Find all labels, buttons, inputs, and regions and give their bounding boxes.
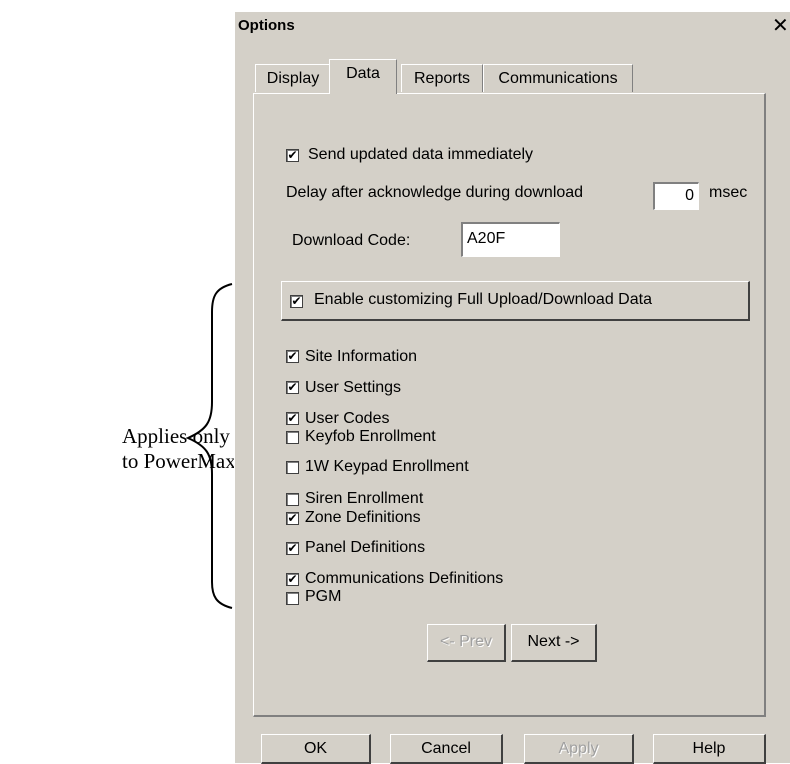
keypad-enrollment-checkbox[interactable] — [286, 461, 299, 474]
pgm-checkbox[interactable] — [286, 592, 299, 605]
send-immediately-label: Send updated data immediately — [308, 146, 534, 163]
close-icon[interactable]: ✕ — [772, 15, 790, 35]
siren-enrollment-checkbox[interactable] — [286, 493, 299, 506]
tab-display[interactable]: Display — [255, 64, 331, 92]
options-dialog: Options ✕ Display Data Reports Communica… — [234, 11, 790, 764]
dialog-title: Options — [238, 17, 295, 34]
send-immediately-checkbox[interactable]: ✔ — [286, 149, 299, 162]
user-codes-checkbox[interactable]: ✔ — [286, 412, 299, 425]
next-button[interactable]: Next -> — [511, 624, 597, 662]
keypad-enrollment-label: 1W Keypad Enrollment — [305, 458, 469, 475]
enable-customizing-checkbox[interactable]: ✔ — [290, 295, 303, 308]
apply-button[interactable]: Apply — [524, 734, 634, 764]
download-code-label: Download Code: — [292, 232, 411, 249]
delay-unit: msec — [709, 184, 748, 201]
user-settings-label: User Settings — [305, 379, 402, 396]
title-bar: Options ✕ — [235, 12, 790, 40]
user-settings-checkbox[interactable]: ✔ — [286, 381, 299, 394]
keyfob-enrollment-label: Keyfob Enrollment — [305, 428, 436, 445]
zone-definitions-label: Zone Definitions — [305, 509, 421, 526]
site-information-checkbox[interactable]: ✔ — [286, 350, 299, 363]
cancel-button[interactable]: Cancel — [390, 734, 503, 764]
curly-brace — [186, 283, 233, 609]
enable-customizing-toggle[interactable]: ✔ Enable customizing Full Upload/Downloa… — [281, 281, 750, 321]
enable-customizing-label: Enable customizing Full Upload/Download … — [314, 291, 652, 308]
delay-label: Delay after acknowledge during download — [286, 184, 584, 201]
tab-reports[interactable]: Reports — [401, 64, 483, 92]
tab-communications[interactable]: Communications — [483, 64, 633, 92]
siren-enrollment-label: Siren Enrollment — [305, 490, 424, 507]
panel-definitions-checkbox[interactable]: ✔ — [286, 542, 299, 555]
zone-definitions-checkbox[interactable]: ✔ — [286, 512, 299, 525]
communications-definitions-label: Communications Definitions — [305, 570, 504, 587]
help-button[interactable]: Help — [653, 734, 766, 764]
download-code-input[interactable]: A20F — [461, 222, 560, 257]
delay-input[interactable]: 0 — [653, 182, 699, 210]
data-tab-panel: ✔ Send updated data immediately Delay af… — [253, 93, 766, 717]
prev-button[interactable]: <- Prev — [427, 624, 506, 662]
keyfob-enrollment-checkbox[interactable] — [286, 431, 299, 444]
tab-data[interactable]: Data — [329, 59, 397, 94]
ok-button[interactable]: OK — [261, 734, 371, 764]
communications-definitions-checkbox[interactable]: ✔ — [286, 573, 299, 586]
panel-definitions-label: Panel Definitions — [305, 539, 426, 556]
pgm-label: PGM — [305, 588, 342, 605]
site-information-label: Site Information — [305, 348, 418, 365]
user-codes-label: User Codes — [305, 410, 390, 427]
